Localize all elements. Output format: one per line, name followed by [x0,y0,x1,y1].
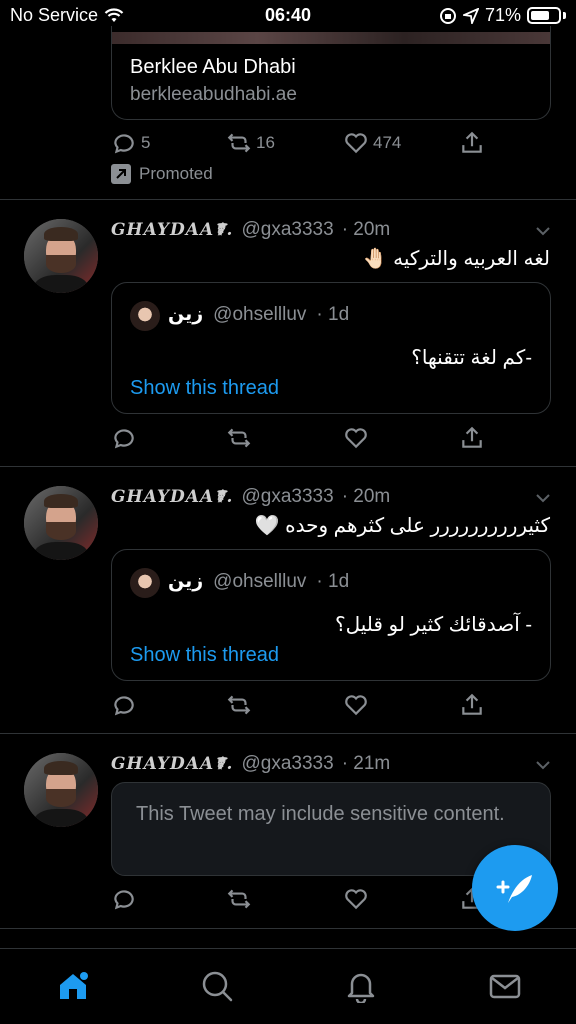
avatar[interactable] [24,753,98,827]
tab-notifications[interactable] [344,969,378,1005]
chevron-down-icon[interactable] [534,489,552,507]
quoted-tweet[interactable]: زين @ohsellluv · 1d -كم لغة تتقنها؟ Show… [111,282,551,414]
tab-bar [0,948,576,1024]
reply-icon [114,696,134,716]
tweet-time: · 20m [341,486,391,507]
tweet-text: لغه العربيه والتركيه 🤚🏻 [362,248,550,270]
messages-icon [489,974,521,999]
promo-actions: 5 16 474 [111,130,491,160]
share-button[interactable] [459,692,485,718]
display-name[interactable]: GHAYDAA☤. [111,220,233,240]
share-icon [462,426,482,448]
quote-handle: @ohsellluv [213,571,307,592]
promo-card-url: berkleeabudhabi.ae [130,84,297,105]
heart-icon [345,695,367,716]
show-thread-link[interactable]: Show this thread [130,644,279,667]
home-icon [60,972,88,999]
quote-header: زين @ohsellluv · 1d [168,303,349,326]
like-button[interactable]: 474 [343,130,401,156]
reply-button[interactable] [111,692,137,718]
quote-text: - آصدقائك كثير لو قليل؟ [334,614,532,636]
heart-icon [345,133,367,154]
tweet-actions [111,425,491,455]
retweet-button[interactable] [226,692,252,718]
retweet-button[interactable]: 16 [226,130,275,156]
quote-time: · 1d [316,571,350,592]
tweet-actions [111,886,491,916]
reply-button[interactable] [111,425,137,451]
show-thread-link[interactable]: Show this thread [130,377,279,400]
share-icon [462,131,482,153]
reply-icon [114,134,134,154]
quote-header: زين @ohsellluv · 1d [168,570,349,593]
retweet-button[interactable] [226,886,252,912]
reply-button[interactable] [111,886,137,912]
compose-tweet-button[interactable] [472,845,558,931]
reply-icon [114,890,134,910]
tweet-time: · 20m [341,219,391,240]
like-button[interactable] [343,692,369,718]
handle[interactable]: @gxa3333 [241,219,333,241]
share-icon [462,693,482,715]
retweet-icon [227,428,251,448]
tweet-header: GHAYDAA☤. @gxa3333 · 21m [111,753,390,775]
tab-home[interactable] [56,969,90,1003]
reply-icon [114,429,134,449]
handle[interactable]: @gxa3333 [241,486,333,508]
share-button[interactable] [459,425,485,451]
retweet-button[interactable] [226,425,252,451]
share-button[interactable] [459,130,485,156]
retweet-count: 16 [256,133,275,152]
display-name[interactable]: GHAYDAA☤. [111,487,233,507]
quote-text: -كم لغة تتقنها؟ [411,347,532,369]
avatar[interactable] [24,486,98,560]
quote-time: · 1d [316,304,350,325]
like-count: 474 [373,133,402,152]
promo-card-title: Berklee Abu Dhabi [130,56,296,78]
tweet-actions [111,692,491,722]
promoted-label: Promoted [111,164,213,184]
promo-link-card[interactable]: Berklee Abu Dhabi berkleeabudhabi.ae [111,26,551,120]
like-button[interactable] [343,886,369,912]
chevron-down-icon[interactable] [534,222,552,240]
quote-avatar [130,301,160,331]
display-name[interactable]: GHAYDAA☤. [111,754,233,774]
quote-handle: @ohsellluv [213,304,307,325]
reply-count: 5 [141,133,151,152]
quoted-tweet[interactable]: زين @ohsellluv · 1d - آصدقائك كثير لو قل… [111,549,551,681]
quote-display-name: زين [168,304,204,325]
like-button[interactable] [343,425,369,451]
tab-search[interactable] [200,969,234,1003]
compose-feather-icon [496,875,532,903]
notifications-icon [347,973,375,1005]
quote-display-name: زين [168,571,204,592]
promoted-icon [111,164,131,184]
quote-avatar [130,568,160,598]
retweet-icon [227,133,251,153]
tweet-header: GHAYDAA☤. @gxa3333 · 20m [111,219,390,241]
chevron-down-icon[interactable] [534,756,552,774]
handle[interactable]: @gxa3333 [241,753,333,775]
tab-messages[interactable] [488,969,522,1003]
heart-icon [345,889,367,910]
tweet-time: · 21m [341,753,391,774]
reply-button[interactable]: 5 [111,130,150,156]
tweet[interactable]: GHAYDAA☤. @gxa3333 · 20m كثيرررررررررر ع… [0,467,576,733]
promoted-tweet[interactable]: Berklee Abu Dhabi berkleeabudhabi.ae 5 1… [0,0,576,200]
divider [0,928,576,929]
avatar[interactable] [24,219,98,293]
retweet-icon [227,889,251,909]
tweet-text: كثيرررررررررر على كثرهم وحده 🤍 [254,515,550,537]
promoted-text: Promoted [139,164,213,183]
tweet-header: GHAYDAA☤. @gxa3333 · 20m [111,486,390,508]
search-icon [202,971,233,1002]
retweet-icon [227,695,251,715]
heart-icon [345,428,367,449]
tweet[interactable]: GHAYDAA☤. @gxa3333 · 20m لغه العربيه وال… [0,200,576,466]
